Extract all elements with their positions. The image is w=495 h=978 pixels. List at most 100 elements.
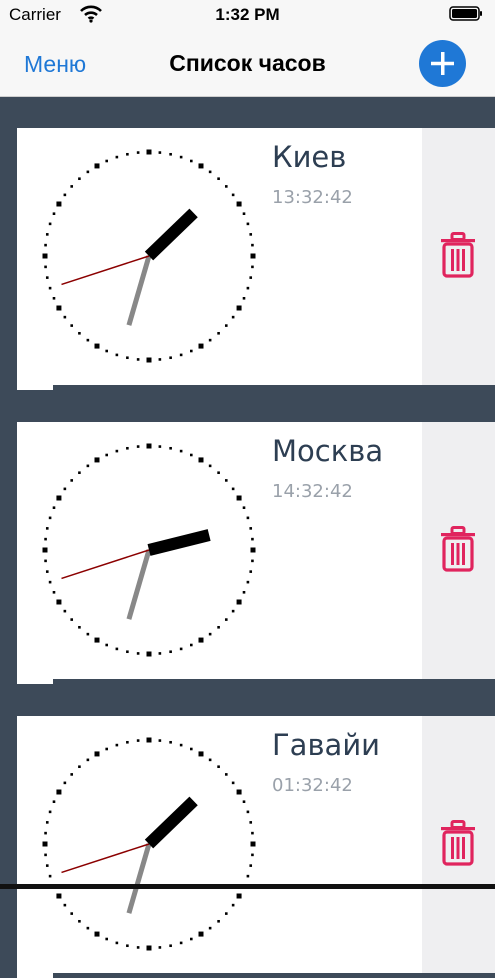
clock-minute-marker [115,743,119,747]
plus-icon [431,52,454,75]
clock-minute-marker [44,559,47,563]
clock-minute-marker [242,591,246,594]
clock-minute-marker [86,758,90,762]
clock-minute-marker [190,453,193,457]
clock-hour-hand [147,529,211,556]
clock-minute-marker [208,632,212,636]
clock-card[interactable]: Москва 14:32:42 [17,422,495,684]
clock-hour-marker [56,201,62,207]
city-name: Киев [272,140,347,174]
clock-minute-marker [190,643,193,647]
clock-minute-marker [126,356,129,360]
clock-minute-marker [208,170,212,174]
clock-minute-marker [179,647,183,651]
clock-minute-marker [249,821,253,824]
clock-minute-marker [249,570,253,573]
clock-hour-marker [94,343,100,349]
clock-minute-marker [48,580,52,584]
clock-minute-marker [246,286,250,290]
clock-second-hand [61,255,150,286]
clock-minute-marker [217,177,220,181]
add-clock-button[interactable] [419,40,466,87]
delete-action[interactable] [422,128,495,385]
clock-hour-marker [146,737,152,743]
clock-minute-marker [44,853,47,857]
clock-hour-marker [56,789,62,795]
clock-minute-marker [115,941,119,945]
city-name: Гавайи [272,728,381,762]
clock-minute-marker [44,831,47,835]
clock-minute-hand [126,255,152,326]
clock-minute-marker [86,926,90,930]
clock-hour-marker [56,495,62,501]
clock-hour-marker [42,547,48,553]
clock-minute-marker [169,152,172,156]
delete-action[interactable] [422,422,495,679]
clock-minute-marker [136,445,140,448]
navigation-bar: Меню Список часов [0,30,495,97]
clock-minute-marker [217,919,220,923]
clock-minute-marker [70,773,74,776]
clock-minute-marker [190,937,193,941]
clock-minute-marker [169,650,172,654]
clock-minute-marker [158,739,162,742]
clock-minute-marker [86,338,90,342]
clock-minute-marker [105,643,108,647]
clock-minute-marker [251,265,254,269]
clock-minute-marker [249,527,253,530]
trash-icon[interactable] [439,820,477,866]
clock-minute-marker [246,810,250,814]
clock-card[interactable]: Киев 13:32:42 [17,128,495,390]
clock-minute-marker [242,212,246,215]
clock-minute-marker [115,647,119,651]
clock-minute-marker [169,740,172,744]
clock-hour-marker [236,599,242,605]
clock-minute-marker [208,338,212,342]
clock-minute-marker [224,479,228,482]
card-tab [17,385,53,390]
clock-minute-marker [179,743,183,747]
clock-hour-marker [42,253,48,259]
clock-minute-marker [136,739,140,742]
clock-minute-marker [179,941,183,945]
clock-hour-marker [56,305,62,311]
clock-hour-marker [198,163,204,169]
clock-minute-marker [179,155,183,159]
clock-hour-marker [94,931,100,937]
clock-hour-marker [250,253,256,259]
clock-minute-marker [169,446,172,450]
clock-minute-marker [78,177,81,181]
analog-clock [42,737,256,951]
clock-hour-marker [198,343,204,349]
clock-minute-marker [242,800,246,803]
clock-minute-marker [217,625,220,629]
clock-minute-marker [105,159,108,163]
clock-minute-marker [246,516,250,520]
status-bar: Carrier 1:32 PM [0,0,495,30]
clock-card[interactable]: Гавайи 01:32:42 [17,716,495,978]
city-time: 14:32:42 [272,481,353,502]
trash-icon[interactable] [439,232,477,278]
clock-hour-marker [146,357,152,363]
clock-minute-marker [224,618,228,621]
clock-minute-marker [63,609,67,613]
clock-minute-hand [126,549,152,620]
clock-minute-marker [63,781,67,785]
delete-action[interactable] [422,716,495,973]
clock-minute-marker [224,324,228,327]
clock-hour-marker [198,637,204,643]
trash-icon[interactable] [439,526,477,572]
clock-second-hand [61,549,150,580]
clock-minute-marker [231,781,235,785]
clock-hour-hand [144,208,198,261]
clock-hour-marker [94,163,100,169]
clock-hour-marker [236,789,242,795]
clock-minute-marker [63,903,67,907]
clock-minute-marker [52,800,56,803]
clock-hour-marker [250,547,256,553]
clock-minute-marker [126,446,129,450]
city-time: 13:32:42 [272,187,353,208]
city-time: 01:32:42 [272,775,353,796]
clock-minute-marker [179,449,183,453]
clock-second-hand [61,843,150,874]
